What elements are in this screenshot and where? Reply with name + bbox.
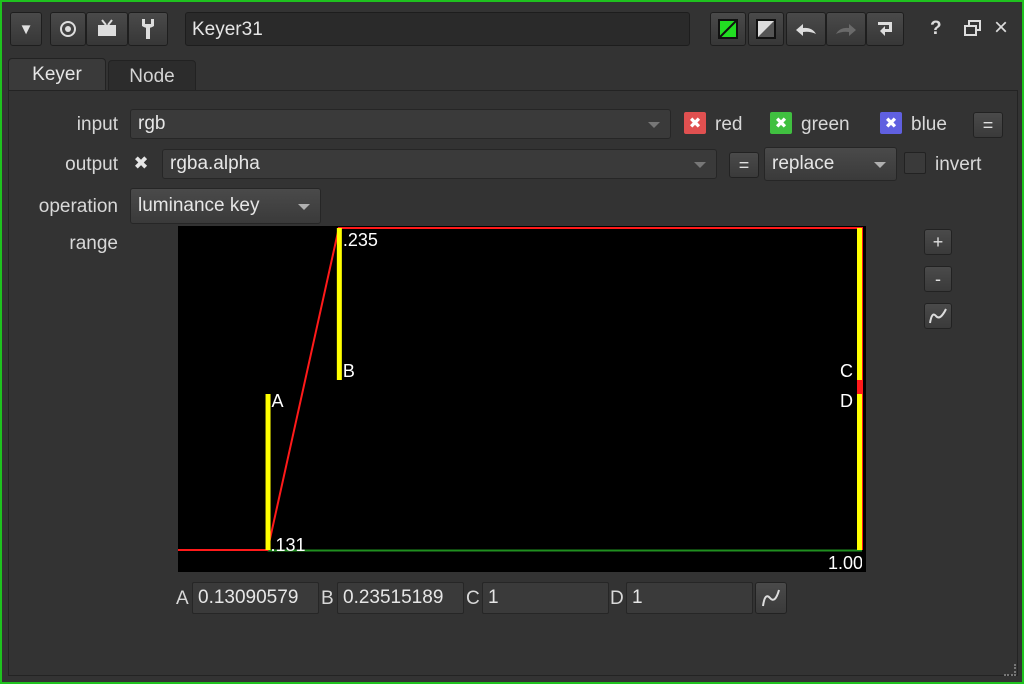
marker-B-bar [336, 228, 342, 380]
red-channel-checkbox[interactable]: ✖ [684, 112, 706, 134]
chevron-down-icon [298, 204, 310, 210]
input-dropdown[interactable]: rgb [130, 109, 671, 139]
revert-icon [878, 22, 892, 36]
range-label: range [69, 233, 118, 254]
tv-button[interactable] [86, 12, 128, 46]
range-C-field[interactable]: 1 [482, 582, 609, 614]
range-A-label: A [176, 588, 189, 609]
marker-C-label: C [840, 361, 853, 381]
operation-value: luminance key [138, 195, 260, 216]
tab-keyer[interactable]: Keyer [8, 58, 106, 90]
range-C-label: C [466, 588, 480, 609]
input-label: input [76, 114, 118, 135]
tab-node[interactable]: Node [108, 60, 196, 90]
marker-A-value-label: .131 [270, 535, 306, 555]
float-window-button[interactable] [964, 20, 982, 41]
add-point-button[interactable]: + [924, 229, 952, 255]
marker-A-bar [265, 394, 271, 550]
output-link-button[interactable]: = [729, 152, 759, 178]
marker-B-value-label: .235 [342, 230, 378, 250]
red-channel-label: red [715, 114, 743, 135]
curve-icon [929, 308, 947, 324]
invert-label: invert [935, 154, 982, 175]
node-color-button[interactable] [710, 12, 746, 46]
input-link-button[interactable]: = [973, 112, 1003, 138]
merge-mode-value: replace [772, 153, 835, 174]
node-name-field[interactable]: Keyer31 [185, 12, 690, 46]
range-D-field[interactable]: 1 [626, 582, 753, 614]
blue-channel-checkbox[interactable]: ✖ [880, 112, 902, 134]
undo-button[interactable] [786, 12, 826, 46]
range-animate-button[interactable] [755, 582, 787, 614]
range-B-label: B [321, 588, 334, 609]
output-dropdown[interactable]: rgba.alpha [162, 149, 717, 179]
keyer-properties-panel: ▼ Keyer31 ? × Keyer Node input rgb ✖ red… [0, 0, 1024, 684]
marker-A-label: A [271, 391, 284, 411]
output-enable-checkbox[interactable]: ✖ [130, 152, 152, 174]
marker-D-label: D [840, 391, 853, 411]
merge-mode-dropdown[interactable]: replace [764, 147, 897, 181]
key-curve-line [178, 227, 863, 551]
white-swatch-icon [756, 19, 776, 39]
chevron-down-icon [648, 122, 660, 128]
revert-button[interactable] [866, 12, 904, 46]
green-channel-label: green [801, 114, 850, 135]
redo-button[interactable] [826, 12, 866, 46]
operation-dropdown[interactable]: luminance key [130, 188, 321, 224]
tv-icon [98, 19, 116, 36]
help-button[interactable]: ? [930, 18, 942, 40]
blue-channel-label: blue [911, 114, 947, 135]
remove-point-button[interactable]: - [924, 266, 952, 292]
undo-icon [796, 24, 816, 36]
curve-button[interactable] [924, 303, 952, 329]
wrench-icon [142, 19, 154, 39]
circle-dot-icon [60, 21, 76, 37]
close-button[interactable]: × [994, 14, 1008, 42]
viewer-button[interactable] [50, 12, 86, 46]
range-curve-editor[interactable]: A .131 B .235 C D 1.00 [178, 226, 866, 572]
marker-D-bar [857, 394, 862, 550]
marker-B-label: B [342, 361, 355, 381]
green-channel-checkbox[interactable]: ✖ [770, 112, 792, 134]
triangle-down-icon: ▼ [18, 20, 34, 38]
green-swatch-icon [718, 19, 738, 39]
gl-color-button[interactable] [748, 12, 784, 46]
wrench-button[interactable] [128, 12, 168, 46]
invert-checkbox[interactable] [904, 152, 926, 174]
marker-D-value-label: 1.00 [828, 554, 862, 572]
range-D-label: D [610, 588, 624, 609]
collapse-button[interactable]: ▼ [10, 12, 42, 46]
redo-icon [836, 24, 856, 36]
range-A-field[interactable]: 0.13090579 [192, 582, 319, 614]
chevron-down-icon [874, 162, 886, 168]
output-value: rgba.alpha [170, 153, 260, 174]
marker-CD-gap [857, 380, 862, 394]
input-value: rgb [138, 113, 166, 134]
operation-label: operation [38, 196, 118, 217]
curve-icon [762, 589, 780, 607]
output-label: output [65, 154, 118, 175]
chevron-down-icon [694, 162, 706, 168]
resize-grip-icon[interactable] [1004, 664, 1016, 676]
float-window-icon [964, 20, 981, 36]
marker-C-bar [857, 228, 862, 380]
range-B-field[interactable]: 0.23515189 [337, 582, 464, 614]
